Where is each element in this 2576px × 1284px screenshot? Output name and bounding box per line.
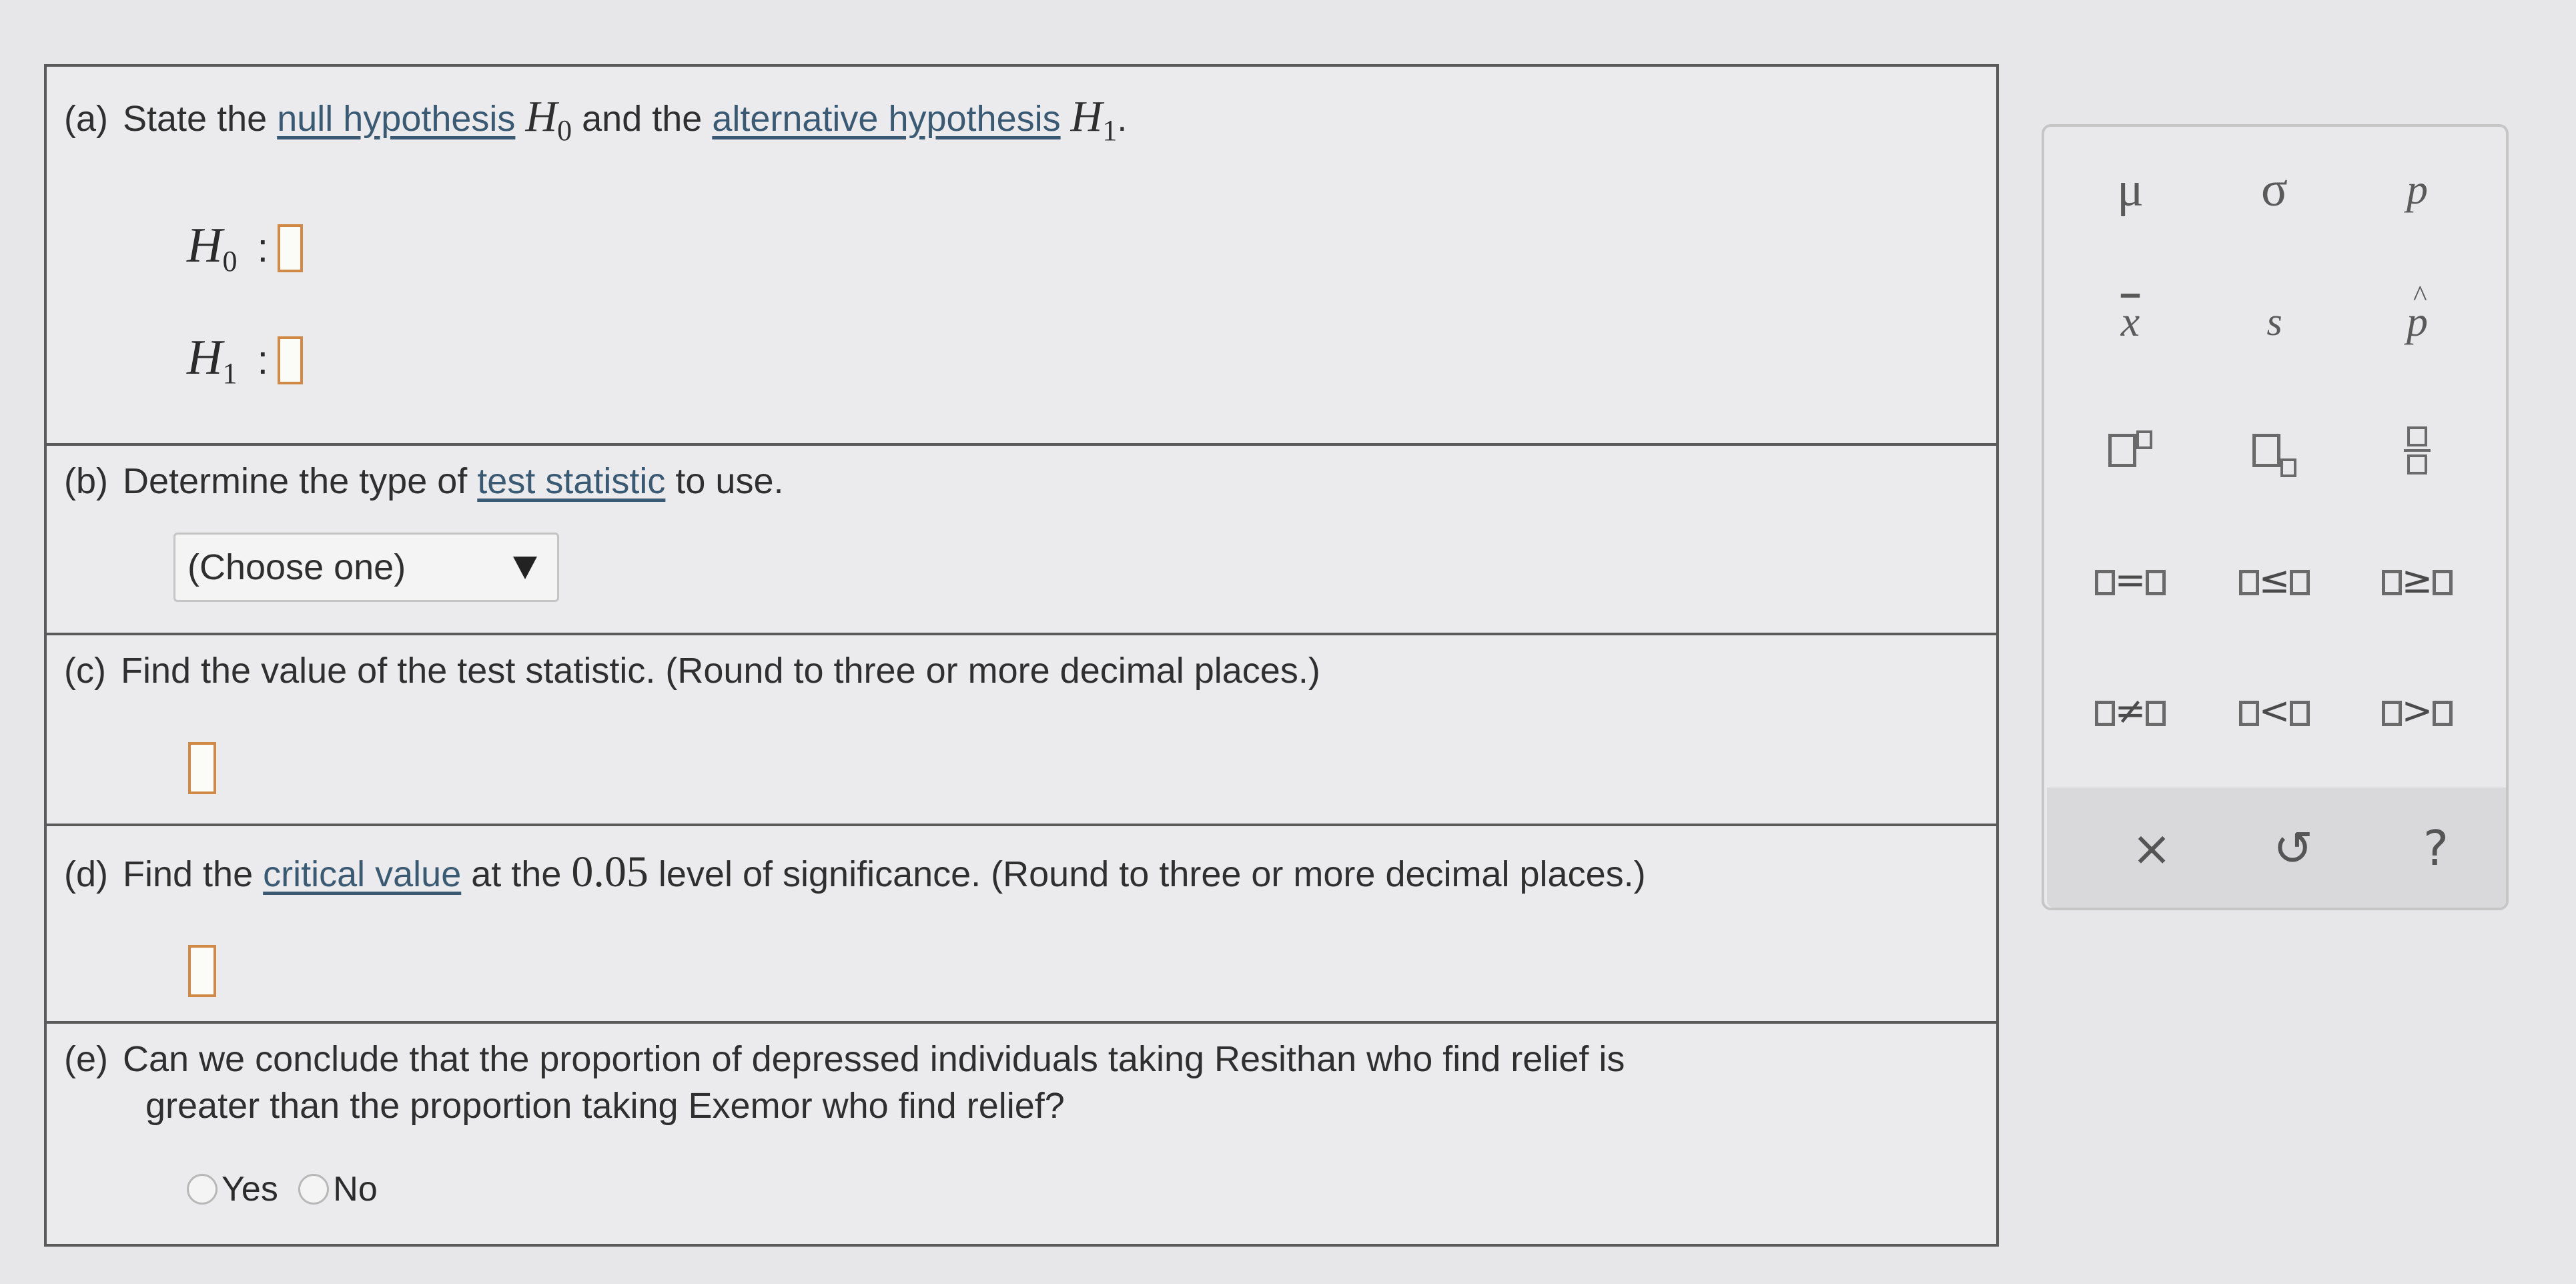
greater-equal-template-button[interactable]: ≥ <box>2367 541 2467 621</box>
part-e-prompt-line2: greater than the proportion taking Exemo… <box>145 1086 1065 1126</box>
x-bar-button[interactable]: x <box>2080 282 2180 362</box>
alternative-hypothesis-link[interactable]: alternative hypothesis <box>712 99 1060 139</box>
h1-symbol: H <box>1070 92 1103 141</box>
h1-answer-box[interactable] <box>278 336 304 385</box>
hat-accent: ^ <box>2413 280 2427 312</box>
part-d-text1: Find the <box>123 854 254 894</box>
fraction-icon <box>2404 426 2431 475</box>
h0-colon: : <box>257 226 269 270</box>
significance-level: 0.05 <box>571 848 649 896</box>
h0-symbol: H <box>525 92 558 141</box>
greater-than-template-button[interactable]: > <box>2367 671 2467 751</box>
sigma-button[interactable]: σ <box>2224 149 2324 230</box>
part-c-prompt: (c) Find the value of the test statistic.… <box>64 649 1320 693</box>
dropdown-value: (Choose one) <box>187 547 406 587</box>
part-b-section: (b) Determine the type of test statistic … <box>44 443 1999 635</box>
less-than-template-button[interactable]: < <box>2224 671 2324 751</box>
s-button[interactable]: s <box>2224 282 2324 362</box>
part-a-section: (a) State the null hypothesis H0 and the … <box>44 64 1999 446</box>
null-hypothesis-link[interactable]: null hypothesis <box>277 99 515 139</box>
part-d-text3: level of significance. (Round to three o… <box>658 854 1646 894</box>
critical-value-answer-box[interactable] <box>188 945 216 997</box>
part-b-text1: Determine the type of <box>123 461 468 501</box>
equals-template-button[interactable]: = <box>2080 541 2180 621</box>
question-panel: (a) State the null hypothesis H0 and the … <box>44 64 1999 1247</box>
part-e-prompt: (e) Can we conclude that the proportion o… <box>64 1037 1625 1081</box>
h0-row-subscript: 0 <box>222 245 238 278</box>
palette-action-bar: × ↺ ? <box>2047 787 2506 908</box>
part-e-label: (e) <box>64 1039 108 1079</box>
h1-row: H1: <box>187 320 304 394</box>
h1-row-subscript: 1 <box>222 357 238 390</box>
part-e-section: (e) Can we conclude that the proportion o… <box>44 1021 1999 1247</box>
test-statistic-link[interactable]: test statistic <box>477 461 665 501</box>
part-c-text: Find the value of the test statistic. (R… <box>120 651 1320 691</box>
symbol-palette: μ σ p x s p ^ = ≤ ≥ ≠ < > × ↺ ? <box>2042 124 2509 910</box>
part-b-text2: to use. <box>675 461 784 501</box>
part-e-line1: Can we conclude that the proportion of d… <box>123 1039 1625 1079</box>
h0-subscript: 0 <box>557 114 572 147</box>
superscript-template-button[interactable] <box>2080 407 2180 487</box>
p-button[interactable]: p <box>2367 149 2467 230</box>
undo-icon[interactable]: ↺ <box>2256 812 2330 885</box>
no-radio[interactable] <box>298 1174 330 1205</box>
not-equal-symbol: ≠ <box>2114 689 2146 733</box>
x-bar-symbol: x <box>2120 298 2140 345</box>
part-a-text2: and the <box>582 99 703 139</box>
part-a-text1: State the <box>123 99 268 139</box>
subscript-template-button[interactable] <box>2224 407 2324 487</box>
less-equal-template-button[interactable]: ≤ <box>2224 541 2324 621</box>
h1-row-symbol: H <box>187 330 223 385</box>
superscript-box-icon <box>2136 430 2152 449</box>
greater-than-symbol: > <box>2401 689 2433 733</box>
dropdown-arrow-icon <box>513 557 537 579</box>
subscript-box-icon <box>2280 458 2296 477</box>
part-d-label: (d) <box>64 854 108 894</box>
part-c-section: (c) Find the value of the test statistic.… <box>44 633 1999 826</box>
part-a-period: . <box>1117 99 1128 139</box>
p-hat-button[interactable]: p ^ <box>2367 280 2467 362</box>
yes-radio[interactable] <box>187 1174 218 1205</box>
part-d-prompt: (d) Find the critical value at the 0.05 l… <box>64 850 1646 896</box>
help-icon[interactable]: ? <box>2399 812 2473 885</box>
mu-button[interactable]: μ <box>2080 149 2180 230</box>
less-equal-symbol: ≤ <box>2258 559 2290 602</box>
not-equal-template-button[interactable]: ≠ <box>2080 671 2180 751</box>
base-box-icon <box>2108 434 2136 468</box>
yes-no-options: Yes No <box>187 1168 378 1211</box>
h0-answer-box[interactable] <box>278 224 304 273</box>
h1-subscript: 1 <box>1102 114 1118 147</box>
base-box-icon-2 <box>2252 434 2280 468</box>
yes-label[interactable]: Yes <box>222 1170 278 1209</box>
critical-value-link[interactable]: critical value <box>263 854 461 894</box>
part-b-prompt: (b) Determine the type of test statistic … <box>64 459 784 503</box>
fraction-template-button[interactable] <box>2367 407 2467 487</box>
test-statistic-dropdown[interactable]: (Choose one) <box>173 533 559 602</box>
less-than-symbol: < <box>2258 689 2290 733</box>
no-label[interactable]: No <box>333 1170 377 1209</box>
greater-equal-symbol: ≥ <box>2401 559 2433 602</box>
part-d-text2: at the <box>471 854 562 894</box>
part-a-prompt: (a) State the null hypothesis H0 and the … <box>64 95 1127 153</box>
clear-icon[interactable]: × <box>2115 812 2188 885</box>
part-d-section: (d) Find the critical value at the 0.05 l… <box>44 824 1999 1024</box>
test-statistic-answer-box[interactable] <box>188 742 216 794</box>
h0-row-symbol: H <box>187 218 223 273</box>
equals-symbol: = <box>2114 559 2146 602</box>
h1-colon: : <box>257 338 269 382</box>
part-c-label: (c) <box>64 651 106 691</box>
part-b-label: (b) <box>64 461 108 501</box>
h0-row: H0: <box>187 208 304 282</box>
part-a-label: (a) <box>64 99 108 139</box>
